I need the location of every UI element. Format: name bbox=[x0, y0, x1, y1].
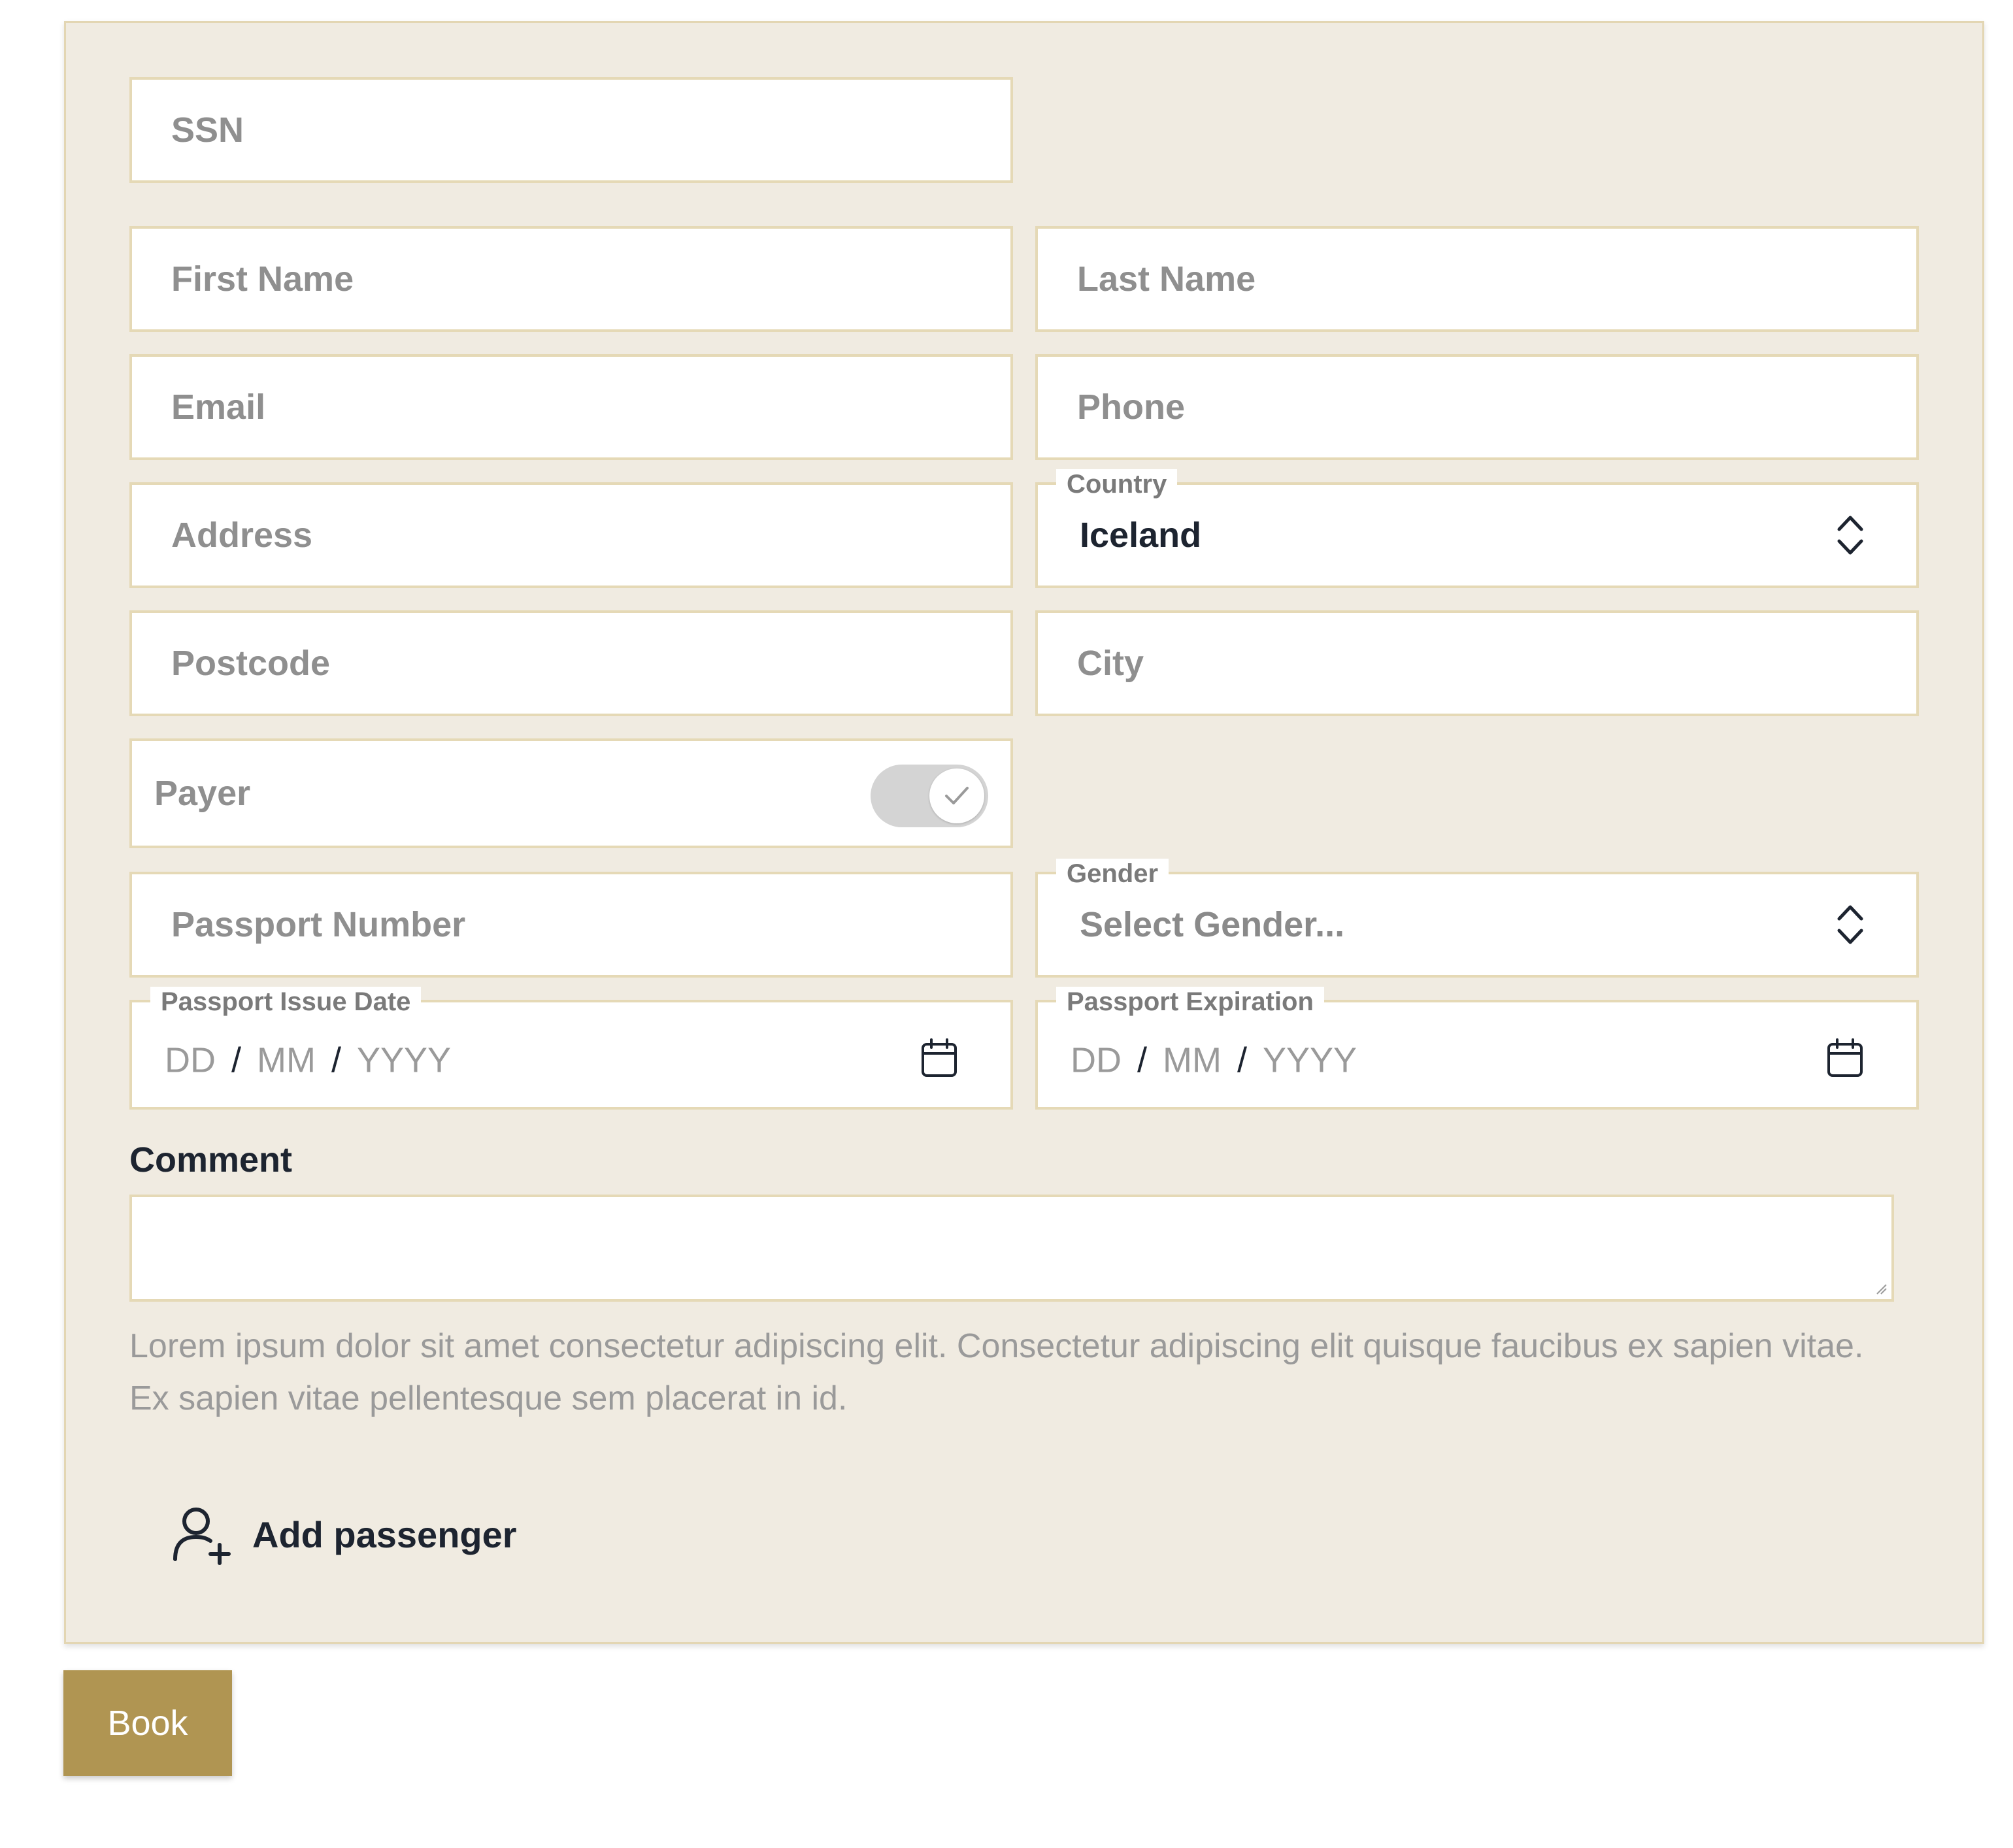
first-name-field[interactable]: First Name bbox=[129, 226, 1013, 332]
city-placeholder: City bbox=[1077, 644, 1144, 683]
year-segment[interactable]: YYYY bbox=[357, 1041, 451, 1080]
chevron-up-down-icon bbox=[1837, 905, 1863, 944]
passport-issue-date-label: Passport Issue Date bbox=[150, 987, 422, 1017]
date-separator: / bbox=[1137, 1040, 1148, 1080]
postcode-placeholder: Postcode bbox=[171, 644, 331, 683]
check-icon bbox=[945, 787, 969, 804]
year-segment[interactable]: YYYY bbox=[1263, 1041, 1357, 1080]
calendar-icon[interactable] bbox=[1826, 1038, 1864, 1078]
address-placeholder: Address bbox=[171, 516, 313, 555]
city-field[interactable]: City bbox=[1035, 610, 1919, 716]
passport-expiration-field[interactable]: Passport Expiration DD / MM / YYYY bbox=[1035, 987, 1919, 1110]
comment-textarea[interactable] bbox=[129, 1195, 1894, 1302]
last-name-field[interactable]: Last Name bbox=[1035, 226, 1919, 332]
payer-field: Payer bbox=[129, 738, 1013, 848]
date-segments[interactable]: DD / MM / YYYY bbox=[165, 1040, 451, 1081]
month-segment[interactable]: MM bbox=[257, 1041, 316, 1080]
add-passenger-label: Add passenger bbox=[252, 1513, 517, 1555]
last-name-placeholder: Last Name bbox=[1077, 259, 1256, 299]
passport-expiration-label: Passport Expiration bbox=[1056, 987, 1324, 1017]
add-passenger-button[interactable]: Add passenger bbox=[170, 1503, 517, 1566]
address-field[interactable]: Address bbox=[129, 482, 1013, 588]
country-select[interactable]: Country Iceland bbox=[1035, 469, 1919, 588]
email-field[interactable]: Email bbox=[129, 354, 1013, 460]
passport-number-field[interactable]: Passport Number bbox=[129, 872, 1013, 978]
payer-toggle[interactable] bbox=[871, 765, 988, 827]
ssn-placeholder: SSN bbox=[171, 110, 244, 150]
comment-help-text: Lorem ipsum dolor sit amet consectetur a… bbox=[129, 1327, 1864, 1417]
date-separator: / bbox=[231, 1040, 242, 1080]
day-segment[interactable]: DD bbox=[165, 1041, 216, 1080]
payer-label: Payer bbox=[154, 774, 251, 813]
comment-label: Comment bbox=[129, 1140, 293, 1180]
phone-placeholder: Phone bbox=[1077, 388, 1186, 427]
postcode-field[interactable]: Postcode bbox=[129, 610, 1013, 716]
gender-placeholder: Select Gender... bbox=[1080, 905, 1345, 944]
phone-field[interactable]: Phone bbox=[1035, 354, 1919, 460]
passport-issue-date-field[interactable]: Passport Issue Date DD / MM / YYYY bbox=[129, 987, 1013, 1110]
date-segments[interactable]: DD / MM / YYYY bbox=[1071, 1040, 1357, 1081]
month-segment[interactable]: MM bbox=[1163, 1041, 1222, 1080]
book-button[interactable]: Book bbox=[63, 1670, 232, 1776]
date-separator: / bbox=[331, 1040, 341, 1080]
gender-label: Gender bbox=[1056, 859, 1169, 889]
resize-handle-icon[interactable] bbox=[1874, 1282, 1888, 1295]
user-plus-icon bbox=[173, 1508, 231, 1565]
ssn-field[interactable]: SSN bbox=[129, 77, 1013, 183]
country-label: Country bbox=[1056, 469, 1178, 499]
passport-number-placeholder: Passport Number bbox=[171, 905, 466, 944]
email-placeholder: Email bbox=[171, 388, 266, 427]
toggle-knob bbox=[929, 768, 984, 823]
date-separator: / bbox=[1237, 1040, 1247, 1080]
first-name-placeholder: First Name bbox=[171, 259, 354, 299]
calendar-icon[interactable] bbox=[920, 1038, 958, 1078]
country-value: Iceland bbox=[1080, 516, 1202, 555]
day-segment[interactable]: DD bbox=[1071, 1041, 1122, 1080]
chevron-up-down-icon bbox=[1837, 516, 1863, 555]
gender-select[interactable]: Gender Select Gender... bbox=[1035, 859, 1919, 978]
